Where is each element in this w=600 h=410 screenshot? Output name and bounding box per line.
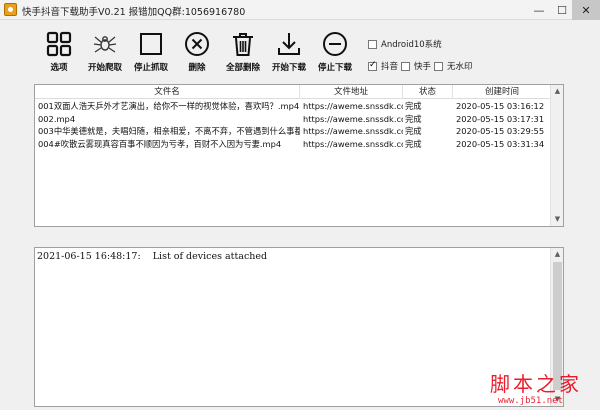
- android10-label: Android10系统: [381, 40, 442, 50]
- cell-status: 完成: [405, 126, 422, 136]
- cell-filename: 002.mp4: [38, 113, 76, 124]
- delete-all-label: 全部删除: [225, 63, 260, 73]
- circle-minus-icon: [323, 32, 347, 56]
- cell-created: 2020-05-15 03:31:34: [456, 138, 545, 149]
- watermark-sub: www.jb51.net: [498, 396, 564, 406]
- column-header-url[interactable]: 文件地址: [300, 85, 403, 99]
- cell-url: https://aweme.snssdk.co: [303, 126, 403, 136]
- kuaishou-label: 快手: [414, 62, 432, 72]
- window-title: 快手抖音下载助手V0.21 报错加QQ群:1056916780: [22, 7, 246, 18]
- title-bar: 快手抖音下载助手V0.21 报错加QQ群:1056916780 — ☐ ✕: [0, 0, 600, 20]
- app-icon: [4, 3, 17, 16]
- watermark-main: 脚本之家: [490, 372, 582, 396]
- delete-button[interactable]: 删除: [172, 30, 222, 80]
- start-crawl-label: 开始爬取: [87, 63, 122, 73]
- cell-created: 2020-05-15 03:16:12: [456, 101, 545, 111]
- column-header-created[interactable]: 创建时间: [453, 85, 552, 99]
- android10-checkbox[interactable]: Android10系统: [368, 38, 442, 50]
- delete-label: 删除: [188, 63, 206, 73]
- cell-url: https://aweme.snssdk.co: [303, 113, 403, 124]
- start-download-button[interactable]: 开始下载: [264, 30, 314, 80]
- stop-square-icon: [140, 33, 162, 55]
- cell-status: 完成: [405, 138, 422, 149]
- watermark: 脚本之家 www.jb51.net: [470, 368, 600, 410]
- log-text: 2021-06-15 16:48:17: List of devices att…: [37, 251, 268, 262]
- cell-status: 完成: [405, 113, 422, 124]
- table-row[interactable]: 002.mp4 https://aweme.snssdk.co 完成 2020-…: [35, 113, 552, 126]
- cell-filename: 003中华美德就是，夫唱妇随，相亲相爱，不离不弃，不管遇到什么事都应: [38, 126, 300, 136]
- table-row[interactable]: 004#吹散云雾现真容百事不顺因为亏孝，百财不入因为亏妻.mp4 https:/…: [35, 138, 552, 151]
- no-watermark-box: [434, 61, 443, 71]
- stop-crawl-label: 停止抓取: [133, 63, 168, 73]
- no-watermark-label: 无水印: [447, 62, 473, 72]
- spider-icon: [93, 36, 117, 53]
- download-icon: [278, 33, 300, 55]
- cell-url: https://aweme.snssdk.co: [303, 138, 403, 149]
- android10-box: [368, 39, 377, 49]
- stop-download-label: 停止下载: [317, 63, 352, 73]
- kuaishou-box: [401, 61, 410, 71]
- start-download-label: 开始下载: [271, 63, 306, 73]
- stop-download-button[interactable]: 停止下载: [310, 30, 360, 80]
- options-label: 选项: [50, 63, 68, 73]
- column-header-filename[interactable]: 文件名: [35, 85, 300, 99]
- cell-filename: 004#吹散云雾现真容百事不顺因为亏孝，百财不入因为亏妻.mp4: [38, 138, 282, 149]
- douyin-box: [368, 60, 377, 71]
- table-row[interactable]: 003中华美德就是，夫唱妇随，相亲相爱，不离不弃，不管遇到什么事都应 https…: [35, 125, 552, 138]
- no-watermark-checkbox[interactable]: 无水印: [434, 60, 473, 72]
- close-button[interactable]: ✕: [572, 0, 600, 20]
- delete-all-button[interactable]: 全部删除: [218, 30, 268, 80]
- scroll-up-arrow-icon[interactable]: ▲: [551, 85, 564, 98]
- stop-crawl-button[interactable]: 停止抓取: [126, 30, 176, 80]
- scroll-down-arrow-icon[interactable]: ▼: [551, 213, 564, 226]
- cell-created: 2020-05-15 03:17:31: [456, 113, 545, 124]
- cell-filename: 001双面人浩天乒外才艺演出，给你不一样的视觉体验，喜欢吗？.mp4: [38, 101, 300, 111]
- trash-icon: [233, 33, 253, 56]
- cell-created: 2020-05-15 03:29:55: [456, 126, 545, 136]
- start-crawl-button[interactable]: 开始爬取: [80, 30, 130, 80]
- douyin-checkbox[interactable]: 抖音: [368, 60, 398, 72]
- circle-x-icon: [185, 32, 209, 56]
- cell-url: https://aweme.snssdk.co: [303, 101, 403, 111]
- toolbar: 选项 开始爬取 停止抓取 删除 全部删除 开始下载 停止下载 Android10…: [0, 22, 600, 80]
- options-button[interactable]: 选项: [34, 30, 84, 80]
- table-scrollbar[interactable]: ▲ ▼: [550, 85, 563, 226]
- grid-icon: [46, 31, 72, 57]
- column-header-status[interactable]: 状态: [403, 85, 453, 99]
- table-rows: 001双面人浩天乒外才艺演出，给你不一样的视觉体验，喜欢吗？.mp4 https…: [35, 100, 552, 150]
- log-scroll-up-arrow-icon[interactable]: ▲: [551, 248, 564, 261]
- table-header: 文件名 文件地址 状态 创建时间: [35, 85, 552, 99]
- file-table[interactable]: 文件名 文件地址 状态 创建时间 001双面人浩天乒外才艺演出，给你不一样的视觉…: [34, 84, 564, 227]
- kuaishou-checkbox[interactable]: 快手: [401, 60, 431, 72]
- douyin-label: 抖音: [381, 62, 399, 72]
- cell-status: 完成: [405, 101, 422, 111]
- table-row[interactable]: 001双面人浩天乒外才艺演出，给你不一样的视觉体验，喜欢吗？.mp4 https…: [35, 100, 552, 113]
